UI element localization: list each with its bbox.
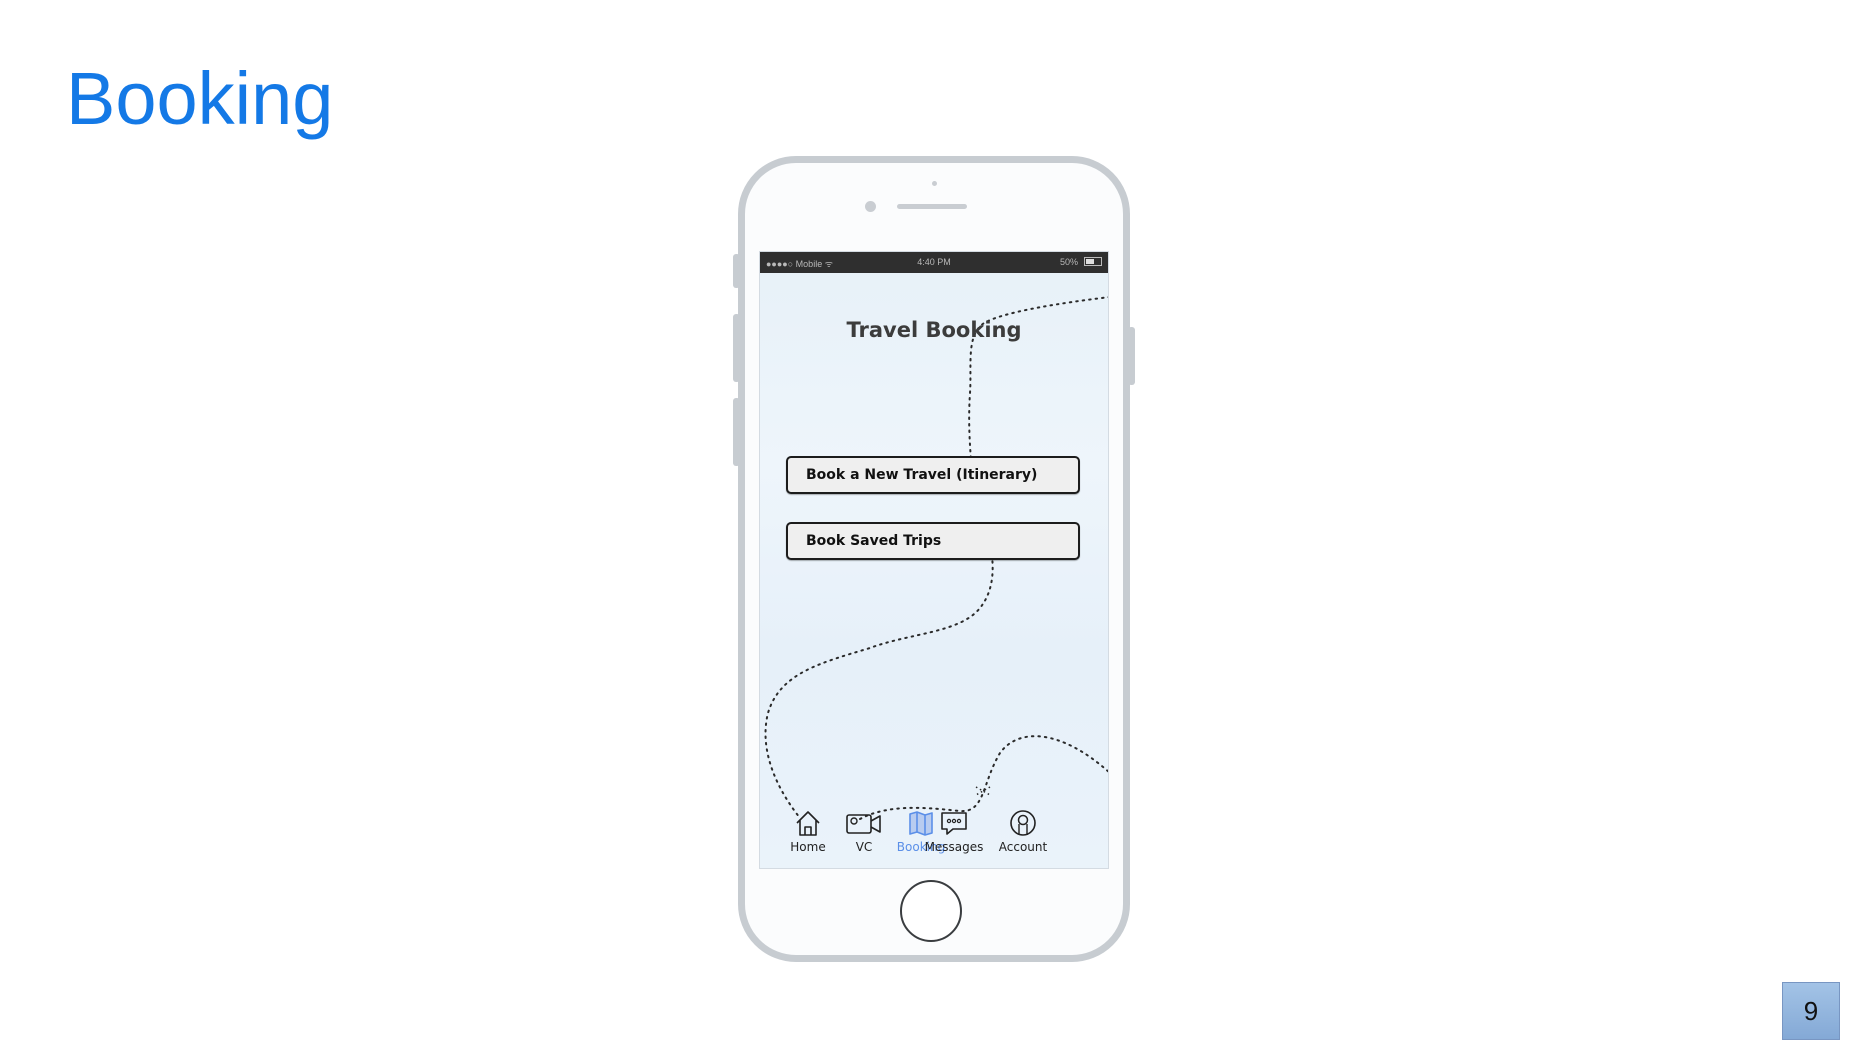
phone-home-button[interactable] [900, 880, 962, 942]
tab-vc-label: VC [855, 840, 873, 854]
page-number-badge: 9 [1782, 982, 1840, 1040]
tab-messages-label: Messages [924, 840, 984, 854]
tab-home-label: Home [790, 840, 826, 854]
tab-home[interactable]: Home [776, 808, 840, 854]
slide-title: Booking [66, 57, 334, 140]
home-icon [796, 811, 820, 836]
phone-screen: ●●●●○ Mobile ᯤ 4:40 PM 50% Travel Bookin… [759, 251, 1109, 869]
book-saved-trips-button[interactable]: Book Saved Trips [786, 522, 1080, 560]
battery-icon [1084, 257, 1102, 266]
tab-bar: Home VC Booking Messages Account [760, 808, 1108, 868]
app-title: Travel Booking [846, 318, 1022, 342]
phone-earpiece [897, 204, 967, 209]
dotted-route-decoration [764, 296, 1108, 820]
status-battery-percent: 50% [1059, 257, 1078, 267]
status-bar: ●●●●○ Mobile ᯤ 4:40 PM 50% [760, 252, 1108, 273]
tab-vc[interactable]: VC [832, 808, 896, 854]
chat-icon [941, 812, 967, 835]
phone-sensor [932, 181, 937, 186]
user-icon [1010, 810, 1036, 836]
video-camera-icon [846, 814, 881, 834]
tab-account-label: Account [998, 840, 1048, 854]
status-time: 4:40 PM [917, 257, 951, 267]
phone-front-camera [865, 201, 876, 212]
tab-messages[interactable]: Messages [922, 808, 986, 854]
book-new-travel-button[interactable]: Book a New Travel (Itinerary) [786, 456, 1080, 494]
tab-account[interactable]: Account [991, 808, 1055, 854]
